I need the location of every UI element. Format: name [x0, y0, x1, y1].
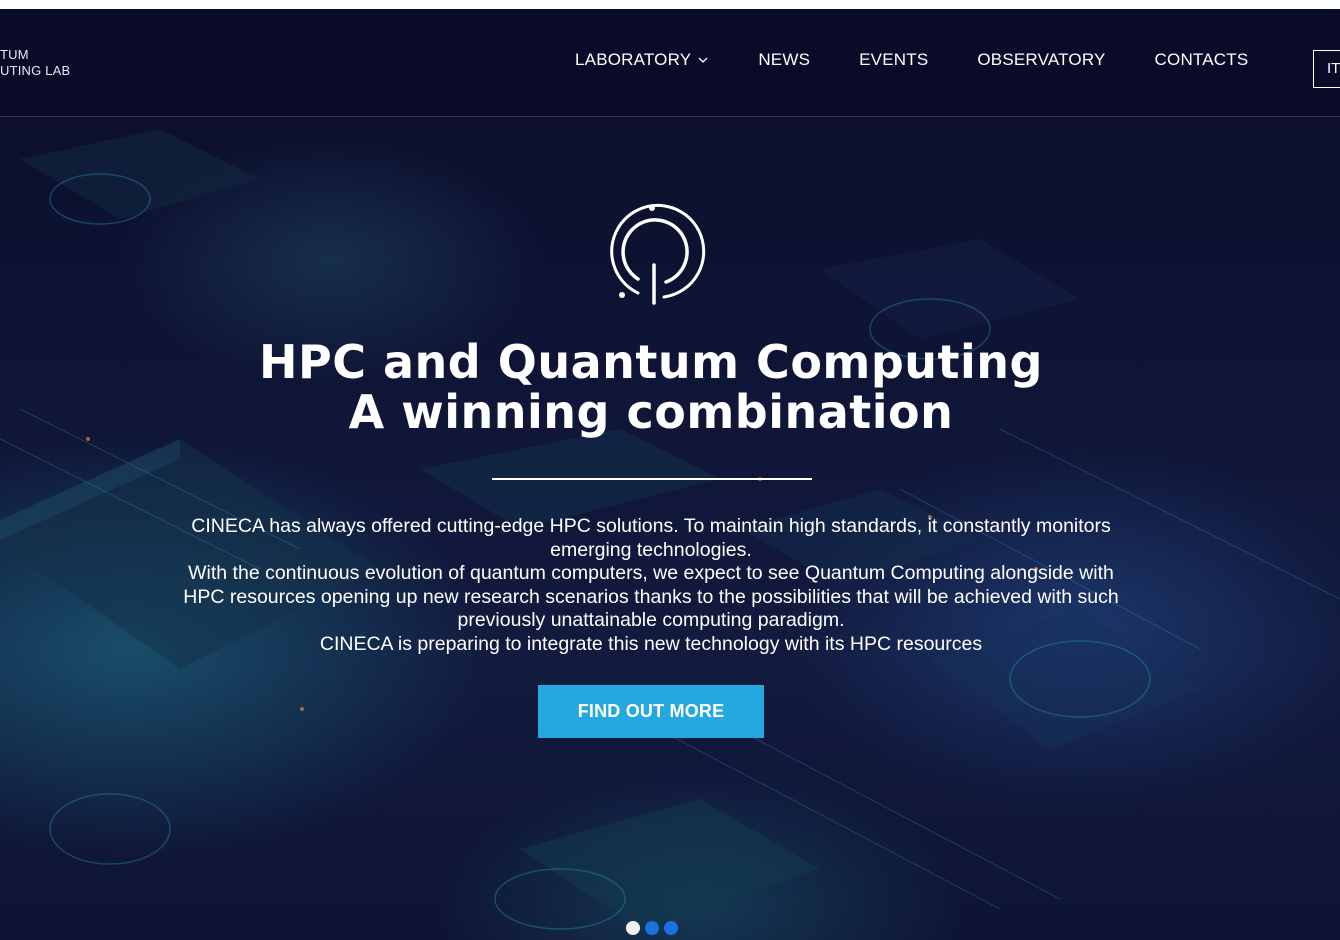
main-navigation: LABORATORY NEWS EVENTS OBSERVATORY CONTA…	[575, 50, 1297, 70]
language-switch-button[interactable]: IT	[1313, 50, 1340, 88]
hero-title-line-2: A winning combination	[348, 385, 954, 439]
nav-item-events[interactable]: EVENTS	[859, 50, 928, 70]
hero-description-line: With the continuous evolution of quantum…	[188, 562, 1114, 584]
title-divider	[492, 478, 812, 480]
hero-description-line: CINECA is preparing to integrate this ne…	[319, 632, 983, 655]
hero-title: HPC and Quantum Computing A winning comb…	[0, 337, 1302, 437]
brand-line-2: UTING LAB	[0, 63, 71, 78]
hero-title-line-1: HPC and Quantum Computing	[259, 335, 1043, 389]
nav-item-label: OBSERVATORY	[977, 50, 1106, 69]
brand-line-1: TUM	[0, 47, 29, 62]
nav-item-contacts[interactable]: CONTACTS	[1155, 50, 1249, 70]
browser-top-strip	[0, 0, 1340, 9]
nav-item-label: CONTACTS	[1154, 50, 1249, 69]
circuit-board-illustration	[0, 129, 1340, 930]
carousel-dot-3[interactable]	[664, 921, 678, 935]
hero-description-line: HPC resources opening up new research sc…	[183, 585, 1119, 608]
hero-description: CINECA has always offered cutting-edge H…	[90, 515, 1212, 656]
carousel-dot-2[interactable]	[645, 921, 659, 935]
carousel-pagination	[626, 921, 683, 935]
site-logo-text[interactable]: TUM UTING LAB	[0, 47, 70, 79]
site-header: TUM UTING LAB LABORATORY NEWS EVENTS OBS…	[0, 9, 1340, 117]
nav-item-label: NEWS	[758, 50, 811, 69]
chevron-down-icon	[698, 57, 708, 63]
nav-item-news[interactable]: NEWS	[758, 50, 810, 70]
page: TUM UTING LAB LABORATORY NEWS EVENTS OBS…	[0, 0, 1340, 940]
nav-item-label: EVENTS	[859, 50, 929, 69]
nav-item-observatory[interactable]: OBSERVATORY	[977, 50, 1105, 70]
carousel-dot-1[interactable]	[626, 921, 640, 935]
find-out-more-button[interactable]: FIND OUT MORE	[538, 685, 764, 738]
hero-background-image	[0, 9, 1340, 940]
nav-item-laboratory[interactable]: LABORATORY	[575, 50, 709, 70]
hero-description-line: previously unattainable computing paradi…	[457, 609, 845, 631]
quantum-q-logo-icon	[610, 203, 706, 305]
hero-description-line: emerging technologies.	[550, 538, 752, 561]
nav-item-label: LABORATORY	[575, 50, 692, 69]
hero-description-line: CINECA has always offered cutting-edge H…	[191, 515, 1111, 537]
